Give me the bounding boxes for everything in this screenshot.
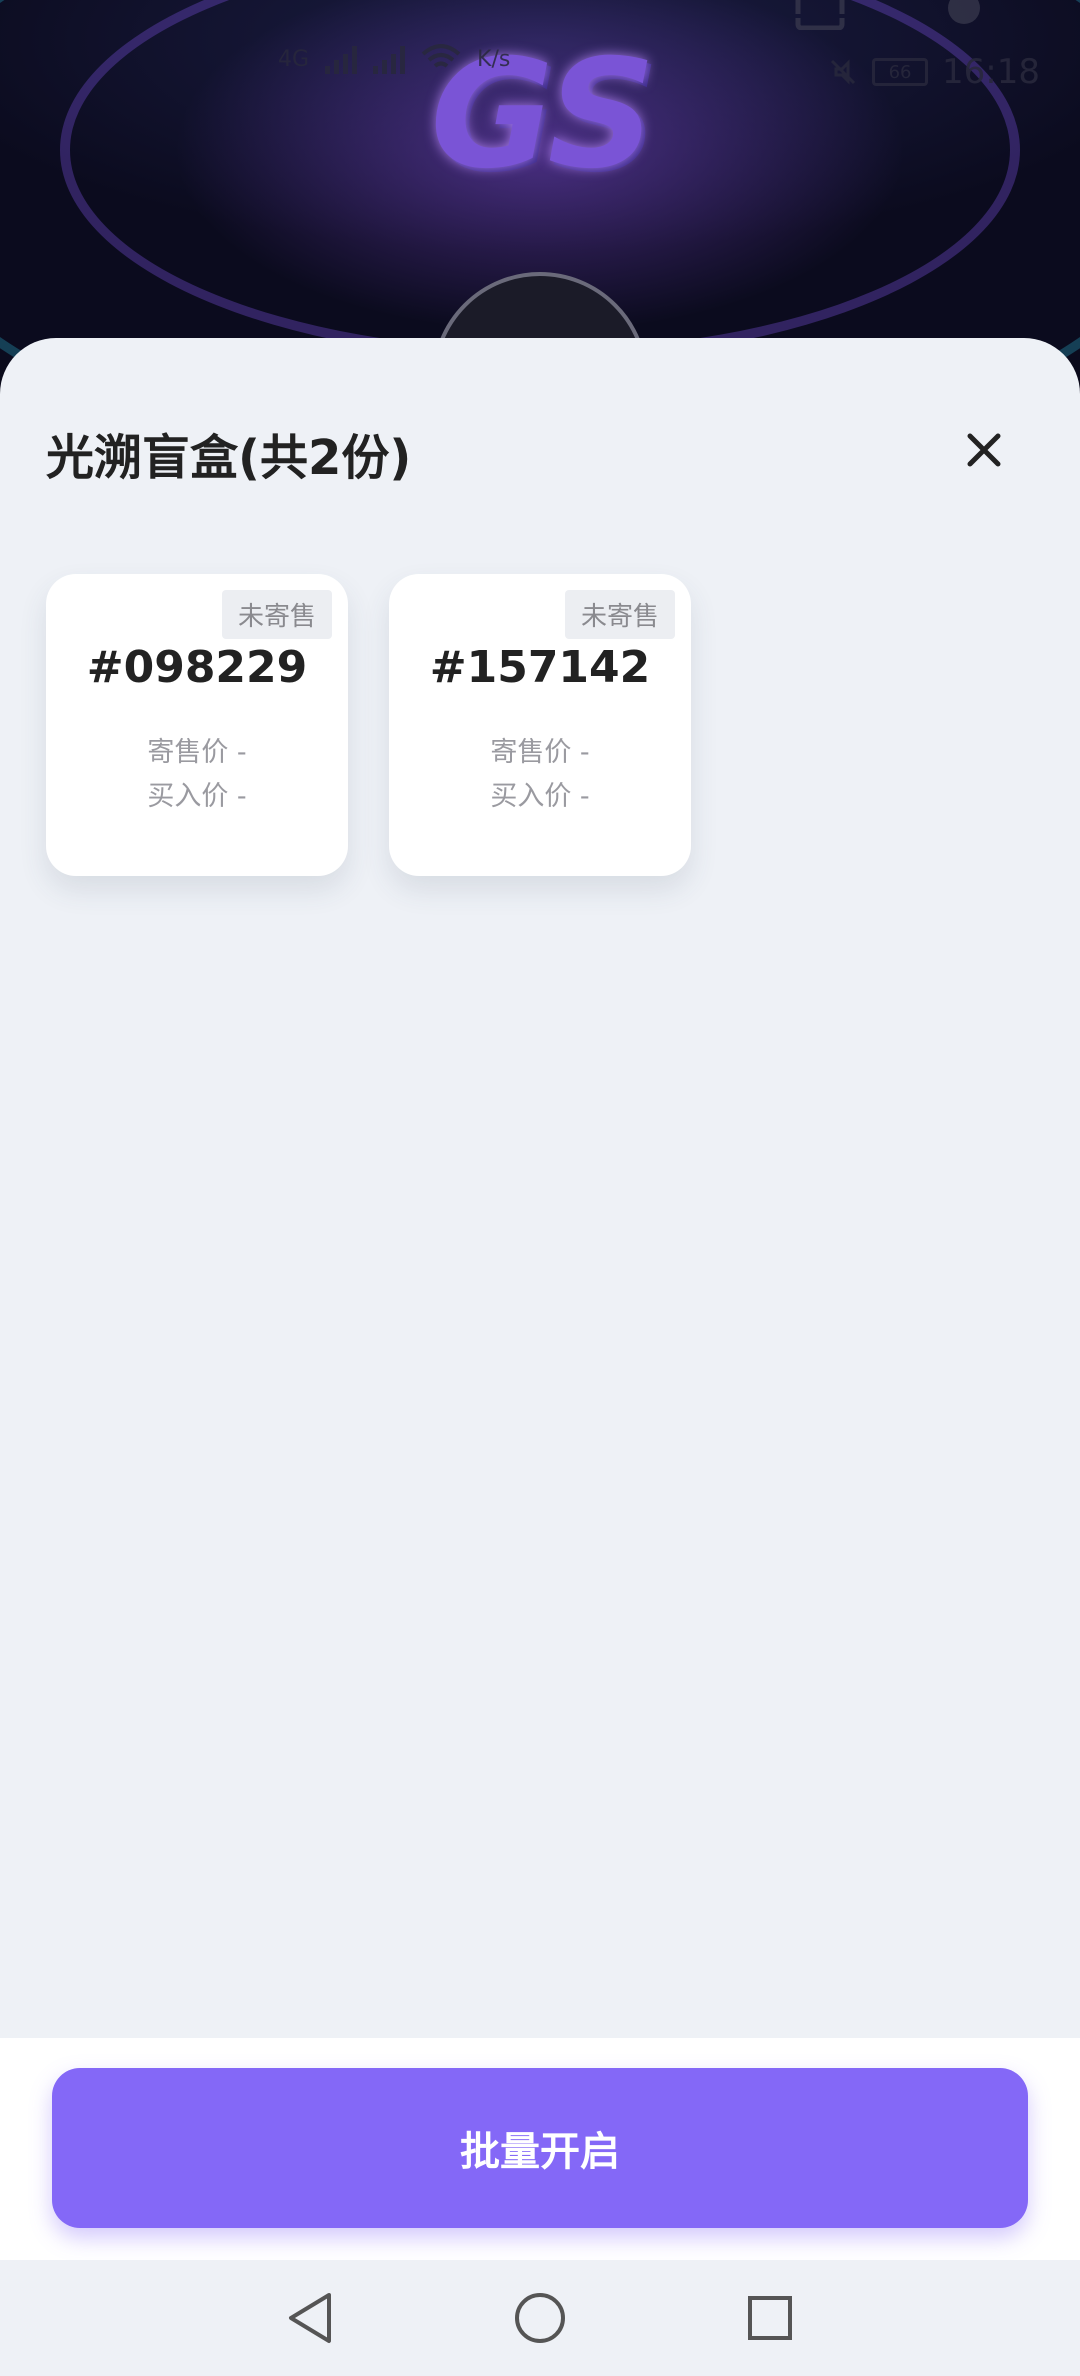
status-badge: 未寄售: [221, 590, 332, 639]
buy-price: 买入价 -: [490, 781, 590, 812]
status-bar: 4G K/s 66 16:18: [0, 0, 1080, 150]
status-left: 4G K/s: [278, 44, 510, 74]
back-button[interactable]: [280, 2288, 340, 2348]
home-circle-icon: [515, 2293, 565, 2343]
home-button[interactable]: [510, 2288, 570, 2348]
scan-icon: [795, 0, 845, 30]
battery-level: 66: [888, 61, 912, 83]
network-speed: K/s: [477, 46, 511, 72]
signal-icon: [373, 44, 406, 74]
signal-icon: [325, 44, 358, 74]
card-number: #157142: [429, 642, 651, 693]
status-badge: 未寄售: [564, 590, 675, 639]
close-button[interactable]: [952, 418, 1016, 482]
batch-open-button[interactable]: 批量开启: [52, 2068, 1028, 2228]
recents-square-icon: [748, 2296, 792, 2340]
card-number: #098229: [86, 642, 308, 693]
network-label: 4G: [278, 46, 310, 72]
mute-icon: [830, 59, 856, 85]
gear-icon: [948, 0, 980, 24]
blind-box-card[interactable]: 未寄售 #157142 寄售价 - 买入价 -: [389, 574, 691, 876]
close-icon: [967, 433, 1001, 467]
blind-box-card[interactable]: 未寄售 #098229 寄售价 - 买入价 -: [46, 574, 348, 876]
sale-price: 寄售价 -: [490, 737, 590, 768]
clock: 16:18: [942, 52, 1040, 92]
system-nav-bar: [0, 2260, 1080, 2376]
sale-price: 寄售价 -: [147, 737, 247, 768]
back-triangle-icon: [289, 2293, 331, 2343]
battery-icon: 66: [872, 58, 929, 86]
buy-price: 买入价 -: [147, 781, 247, 812]
wifi-icon: [421, 44, 461, 68]
recents-button[interactable]: [740, 2288, 800, 2348]
sheet-title: 光溯盲盒(共2份): [46, 430, 412, 486]
action-bar: 批量开启: [0, 2038, 1080, 2260]
status-right: 66 16:18: [828, 52, 1040, 92]
blind-box-sheet: 光溯盲盒(共2份) 未寄售 #098229 寄售价 - 买入价 - 未寄售 #1…: [0, 338, 1080, 2260]
